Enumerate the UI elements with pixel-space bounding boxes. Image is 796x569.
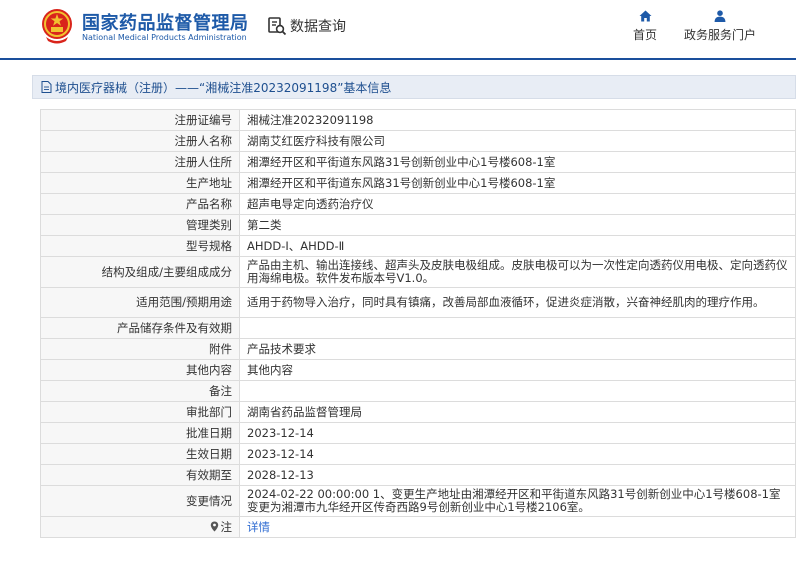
field-label: 附件 bbox=[40, 338, 240, 360]
data-query-label: 数据查询 bbox=[290, 19, 346, 35]
field-value: 2028-12-13 bbox=[239, 464, 796, 486]
note-label-cell: 注 bbox=[40, 516, 240, 538]
field-value bbox=[239, 380, 796, 402]
table-row: 适用范围/预期用途 适用于药物导入治疗，同时具有镇痛，改善局部血液循环，促进炎症消… bbox=[40, 287, 796, 318]
field-label: 管理类别 bbox=[40, 214, 240, 236]
document-icon bbox=[41, 81, 52, 93]
field-value bbox=[239, 317, 796, 339]
field-label: 注册人名称 bbox=[40, 130, 240, 152]
nav-service-portal[interactable]: 政务服务门户 bbox=[682, 10, 758, 43]
table-row: 生效日期 2023-12-14 bbox=[40, 443, 796, 465]
field-label: 备注 bbox=[40, 380, 240, 402]
registration-detail-table: 注册证编号 湘械注准20232091198 注册人名称 湖南艾红医疗科技有限公司 注册人… bbox=[40, 109, 796, 538]
table-row: 批准日期 2023-12-14 bbox=[40, 422, 796, 444]
field-value: 湘械注准20232091198 bbox=[239, 109, 796, 131]
field-value: 2024-02-22 00:00:00 1、变更生产地址由湘潭经开区和平街道东风… bbox=[239, 485, 796, 517]
user-icon bbox=[714, 10, 726, 22]
table-row: 审批部门 湖南省药品监督管理局 bbox=[40, 401, 796, 423]
field-label: 产品名称 bbox=[40, 193, 240, 215]
field-label: 审批部门 bbox=[40, 401, 240, 423]
data-query-link[interactable]: 数据查询 bbox=[267, 16, 346, 36]
search-document-icon bbox=[268, 17, 287, 36]
details-link[interactable]: 详情 bbox=[247, 520, 270, 534]
field-value: 第二类 bbox=[239, 214, 796, 236]
field-value: 适用于药物导入治疗，同时具有镇痛，改善局部血液循环，促进炎症消散，兴奋神经肌肉的… bbox=[239, 287, 796, 318]
field-label: 批准日期 bbox=[40, 422, 240, 444]
field-label: 产品储存条件及有效期 bbox=[40, 317, 240, 339]
field-label: 注册证编号 bbox=[40, 109, 240, 131]
table-row: 生产地址 湘潭经开区和平街道东风路31号创新创业中心1号楼608-1室 bbox=[40, 172, 796, 194]
field-label: 其他内容 bbox=[40, 359, 240, 381]
field-value: 湘潭经开区和平街道东风路31号创新创业中心1号楼608-1室 bbox=[239, 172, 796, 194]
field-value: 超声电导定向透药治疗仪 bbox=[239, 193, 796, 215]
field-value: 2023-12-14 bbox=[239, 443, 796, 465]
table-row: 有效期至 2028-12-13 bbox=[40, 464, 796, 486]
table-row: 备注 bbox=[40, 380, 796, 402]
table-row: 型号规格 AHDD-Ⅰ、AHDD-Ⅱ bbox=[40, 235, 796, 257]
field-label: 有效期至 bbox=[40, 464, 240, 486]
field-value: 湘潭经开区和平街道东风路31号创新创业中心1号楼608-1室 bbox=[239, 151, 796, 173]
national-emblem-icon[interactable] bbox=[40, 8, 74, 44]
field-label: 生效日期 bbox=[40, 443, 240, 465]
table-row: 结构及组成/主要组成成分 产品由主机、输出连接线、超声头及皮肤电极组成。皮肤电极可… bbox=[40, 256, 796, 288]
site-header: 国家药品监督管理局 National Medical Products Admi… bbox=[0, 0, 796, 60]
table-row: 注册人住所 湘潭经开区和平街道东风路31号创新创业中心1号楼608-1室 bbox=[40, 151, 796, 173]
field-value: 2023-12-14 bbox=[239, 422, 796, 444]
nav-home[interactable]: 首页 bbox=[630, 10, 660, 43]
breadcrumb: 境内医疗器械（注册）——“湘械注准20232091198”基本信息 bbox=[32, 75, 796, 99]
field-label: 生产地址 bbox=[40, 172, 240, 194]
table-row: 其他内容 其他内容 bbox=[40, 359, 796, 381]
field-value: 其他内容 bbox=[239, 359, 796, 381]
site-title[interactable]: 国家药品监督管理局 bbox=[82, 9, 249, 35]
field-value: 湖南艾红医疗科技有限公司 bbox=[239, 130, 796, 152]
field-value: 产品技术要求 bbox=[239, 338, 796, 360]
field-value: AHDD-Ⅰ、AHDD-Ⅱ bbox=[239, 235, 796, 257]
note-value-cell: 详情 bbox=[239, 516, 796, 538]
field-value: 湖南省药品监督管理局 bbox=[239, 401, 796, 423]
table-row: 注册证编号 湘械注准20232091198 bbox=[40, 109, 796, 131]
field-label: 适用范围/预期用途 bbox=[40, 287, 240, 318]
field-value: 产品由主机、输出连接线、超声头及皮肤电极组成。皮肤电极可以为一次性定向透药仪用电… bbox=[239, 256, 796, 288]
home-icon bbox=[639, 10, 651, 22]
field-label: 变更情况 bbox=[40, 485, 240, 517]
site-subtitle: National Medical Products Administration bbox=[82, 33, 247, 42]
nav-home-label: 首页 bbox=[632, 28, 657, 42]
note-label: 注 bbox=[220, 519, 233, 534]
table-row: 产品名称 超声电导定向透药治疗仪 bbox=[40, 193, 796, 215]
table-row: 注册人名称 湖南艾红医疗科技有限公司 bbox=[40, 130, 796, 152]
table-row: 产品储存条件及有效期 bbox=[40, 317, 796, 339]
field-label: 结构及组成/主要组成成分 bbox=[40, 256, 240, 288]
field-label: 注册人住所 bbox=[40, 151, 240, 173]
table-row: 附件 产品技术要求 bbox=[40, 338, 796, 360]
location-pin-icon bbox=[210, 521, 218, 531]
field-label: 型号规格 bbox=[40, 235, 240, 257]
table-row: 变更情况 2024-02-22 00:00:00 1、变更生产地址由湘潭经开区和平… bbox=[40, 485, 796, 517]
breadcrumb-text: 境内医疗器械（注册）——“湘械注准20232091198”基本信息 bbox=[55, 80, 392, 95]
table-row: 管理类别 第二类 bbox=[40, 214, 796, 236]
nav-service-portal-label: 政务服务门户 bbox=[683, 28, 756, 42]
table-row-note: 注详情 bbox=[40, 516, 796, 538]
